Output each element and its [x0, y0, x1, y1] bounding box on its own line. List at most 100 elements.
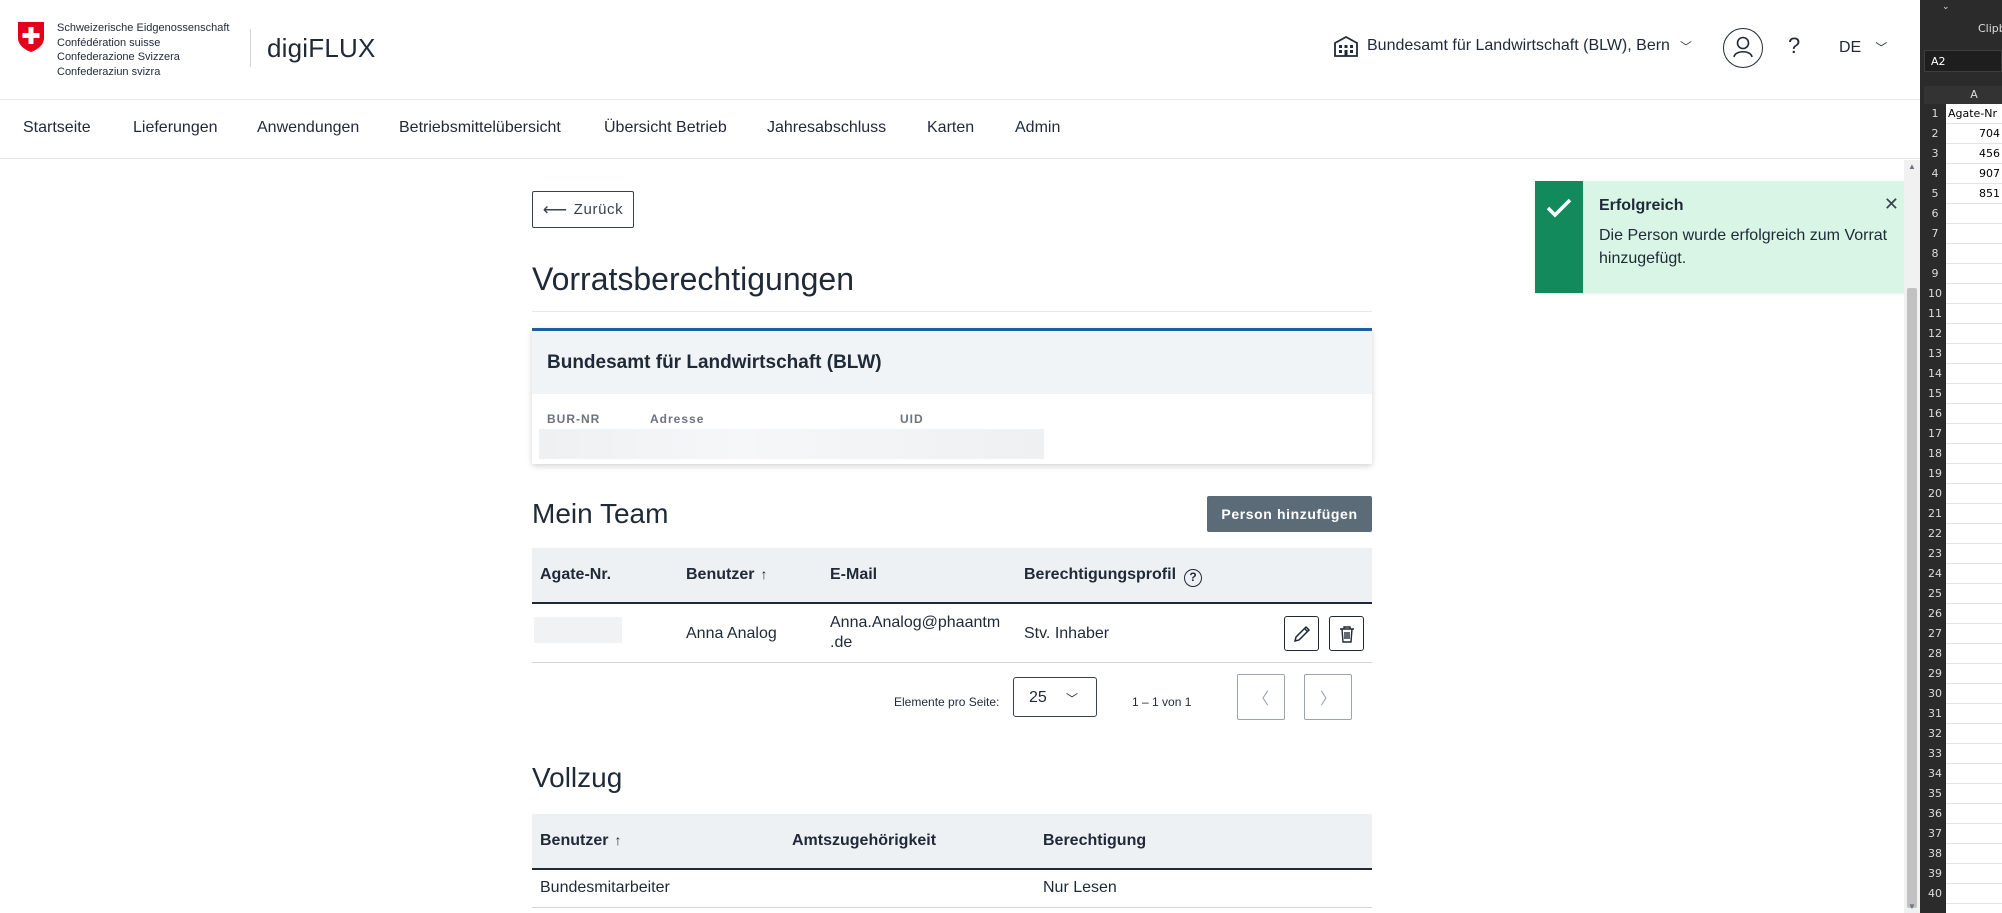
back-button[interactable]: ⟵ Zurück	[532, 191, 634, 228]
cell[interactable]	[1946, 464, 2002, 484]
cell[interactable]	[1946, 404, 2002, 424]
chevron-down-icon[interactable]: ⌄	[1942, 2, 1950, 12]
row-number[interactable]: 17	[1924, 424, 1946, 444]
cell[interactable]	[1946, 524, 2002, 544]
info-icon[interactable]: ?	[1184, 569, 1203, 587]
cell[interactable]	[1946, 664, 2002, 684]
column-header-office[interactable]: Amtszugehörigkeit	[792, 832, 936, 850]
organization-selector[interactable]: Bundesamt für Landwirtschaft (BLW), Bern…	[1333, 34, 1692, 58]
cell[interactable]	[1946, 324, 2002, 344]
cell[interactable]	[1946, 224, 2002, 244]
items-per-page-select[interactable]: 25 ﹀	[1013, 677, 1097, 717]
cell[interactable]	[1946, 304, 2002, 324]
nav-item-betriebsmittel[interactable]: Betriebsmittelübersicht	[399, 119, 561, 137]
row-number[interactable]: 30	[1924, 684, 1946, 704]
row-number[interactable]: 35	[1924, 784, 1946, 804]
nav-item-anwendungen[interactable]: Anwendungen	[257, 119, 359, 137]
row-number[interactable]: 25	[1924, 584, 1946, 604]
row-number[interactable]: 32	[1924, 724, 1946, 744]
language-selector[interactable]: DE ﹀	[1839, 39, 1887, 57]
cell[interactable]: 456	[1946, 144, 2002, 164]
row-number[interactable]: 3	[1924, 144, 1946, 164]
cell[interactable]	[1946, 744, 2002, 764]
row-number[interactable]: 38	[1924, 844, 1946, 864]
cell[interactable]	[1946, 344, 2002, 364]
row-number[interactable]: 22	[1924, 524, 1946, 544]
nav-item-karten[interactable]: Karten	[927, 119, 974, 137]
cell[interactable]	[1946, 804, 2002, 824]
column-header-permission[interactable]: Berechtigung	[1043, 832, 1146, 850]
app-brand[interactable]: digiFLUX	[267, 33, 376, 64]
row-number[interactable]: 13	[1924, 344, 1946, 364]
next-page-button[interactable]: 〉	[1304, 674, 1352, 720]
column-header-agate[interactable]: Agate-Nr.	[540, 566, 611, 584]
cell[interactable]	[1946, 824, 2002, 844]
nav-item-uebersicht-betrieb[interactable]: Übersicht Betrieb	[604, 119, 727, 137]
cell[interactable]	[1946, 484, 2002, 504]
cell[interactable]	[1946, 284, 2002, 304]
add-person-button[interactable]: Person hinzufügen	[1207, 496, 1372, 532]
nav-item-startseite[interactable]: Startseite	[23, 119, 91, 137]
row-number[interactable]: 28	[1924, 644, 1946, 664]
user-profile-button[interactable]	[1723, 28, 1763, 68]
nav-item-admin[interactable]: Admin	[1015, 119, 1060, 137]
row-number[interactable]: 4	[1924, 164, 1946, 184]
select-all-corner[interactable]	[1924, 86, 1946, 104]
row-number[interactable]: 18	[1924, 444, 1946, 464]
row-number[interactable]: 39	[1924, 864, 1946, 884]
row-number[interactable]: 2	[1924, 124, 1946, 144]
row-number[interactable]: 15	[1924, 384, 1946, 404]
row-number[interactable]: 31	[1924, 704, 1946, 724]
row-number[interactable]: 24	[1924, 564, 1946, 584]
cell[interactable]: 851	[1946, 184, 2002, 204]
row-number[interactable]: 16	[1924, 404, 1946, 424]
cell[interactable]	[1946, 764, 2002, 784]
row-number[interactable]: 10	[1924, 284, 1946, 304]
cell[interactable]	[1946, 264, 2002, 284]
row-number[interactable]: 40	[1924, 884, 1946, 904]
cell[interactable]	[1946, 364, 2002, 384]
row-number[interactable]: 29	[1924, 664, 1946, 684]
row-number[interactable]: 26	[1924, 604, 1946, 624]
previous-page-button[interactable]: 〈	[1237, 674, 1285, 720]
row-number[interactable]: 12	[1924, 324, 1946, 344]
cell[interactable]	[1946, 244, 2002, 264]
column-header-user[interactable]: Benutzer ↑	[686, 566, 767, 584]
cell[interactable]	[1946, 724, 2002, 744]
row-number[interactable]: 21	[1924, 504, 1946, 524]
cell[interactable]	[1946, 424, 2002, 444]
row-number[interactable]: 7	[1924, 224, 1946, 244]
row-number[interactable]: 36	[1924, 804, 1946, 824]
row-number[interactable]: 23	[1924, 544, 1946, 564]
row-number[interactable]: 6	[1924, 204, 1946, 224]
edit-button[interactable]	[1284, 616, 1319, 651]
cell[interactable]: 907	[1946, 164, 2002, 184]
scroll-down-icon[interactable]: ▼	[1908, 902, 1916, 911]
cell[interactable]: Agate-Nr	[1946, 104, 2002, 124]
row-number[interactable]: 11	[1924, 304, 1946, 324]
cell[interactable]	[1946, 684, 2002, 704]
cell[interactable]	[1946, 584, 2002, 604]
cell[interactable]	[1946, 704, 2002, 724]
cell[interactable]	[1946, 504, 2002, 524]
row-number[interactable]: 27	[1924, 624, 1946, 644]
cell[interactable]	[1946, 644, 2002, 664]
cell[interactable]	[1946, 544, 2002, 564]
column-header-a[interactable]: A	[1946, 86, 2002, 104]
cells-column-a[interactable]: Agate-Nr 704 456 907 851	[1946, 104, 2002, 913]
delete-button[interactable]	[1329, 616, 1364, 651]
help-button[interactable]: ?	[1788, 33, 1800, 59]
clipboard-group-label[interactable]: Clipbo	[1978, 22, 2002, 35]
cell[interactable]	[1946, 844, 2002, 864]
nav-item-jahresabschluss[interactable]: Jahresabschluss	[767, 119, 886, 137]
row-number[interactable]: 34	[1924, 764, 1946, 784]
scrollbar-thumb[interactable]	[1907, 288, 1917, 908]
cell[interactable]	[1946, 784, 2002, 804]
row-number[interactable]: 19	[1924, 464, 1946, 484]
column-header-user[interactable]: Benutzer ↑	[540, 832, 621, 850]
cell[interactable]: 704	[1946, 124, 2002, 144]
cell[interactable]	[1946, 384, 2002, 404]
row-number[interactable]: 5	[1924, 184, 1946, 204]
close-icon[interactable]: ✕	[1884, 194, 1899, 215]
name-box[interactable]: A2	[1924, 50, 2002, 72]
